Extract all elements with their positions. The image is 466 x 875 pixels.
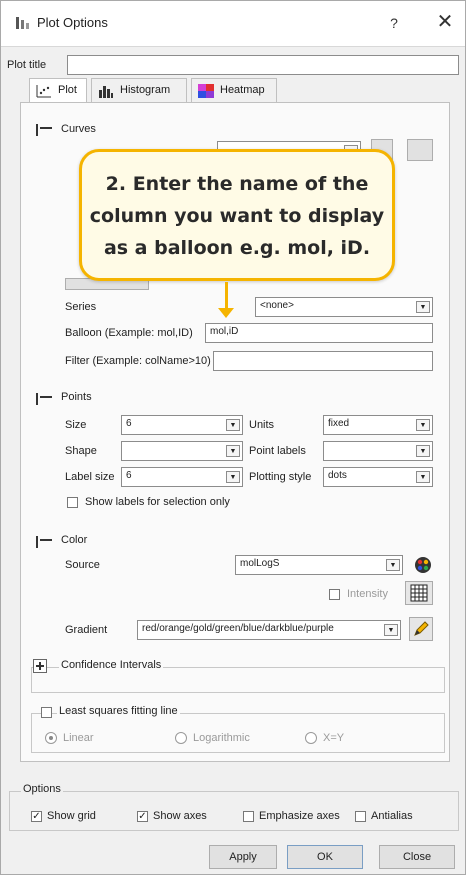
callout-arrow-head [218,308,234,318]
apply-button[interactable]: Apply [209,845,277,869]
curves-hidden-button-2[interactable] [407,139,433,161]
show-labels-checkbox[interactable] [67,497,78,508]
units-label: Units [249,419,275,431]
units-value: fixed [328,418,350,429]
color-collapse-icon[interactable] [36,536,52,548]
emphasize-axes-checkbox[interactable] [243,811,254,822]
series-value: <none> [260,300,294,311]
emphasize-axes-label: Emphasize axes [259,810,340,822]
balloon-input[interactable]: mol,iD [205,323,433,343]
filter-label: Filter (Example: colName>10) [65,355,211,367]
balloon-label: Balloon (Example: mol,ID) [65,327,193,339]
chevron-down-icon: ▼ [226,471,240,483]
tab-heatmap-label: Heatmap [220,84,265,96]
show-grid-label: Show grid [47,810,96,822]
intensity-label: Intensity [347,588,388,600]
label-size-select[interactable]: 6 ▼ [121,467,243,487]
curves-collapse-icon[interactable] [36,124,52,136]
linear-label: Linear [63,732,94,744]
size-value: 6 [126,418,132,429]
chevron-down-icon: ▼ [416,445,430,457]
pencil-icon[interactable] [409,617,433,641]
filter-input[interactable] [213,351,433,371]
heatmap-icon [198,84,214,98]
logarithmic-label: Logarithmic [193,732,250,744]
gradient-value: red/orange/gold/green/blue/darkblue/purp… [142,623,334,634]
close-button[interactable]: Close [379,845,455,869]
chevron-down-icon: ▼ [416,419,430,431]
series-label: Series [65,301,97,313]
shape-select[interactable]: ▼ [121,441,243,461]
plotting-style-select[interactable]: dots ▼ [323,467,433,487]
gradient-select[interactable]: red/orange/gold/green/blue/darkblue/purp… [137,620,401,640]
gradient-label: Gradient [65,624,108,636]
curves-header: Curves [61,123,96,135]
tab-histogram-label: Histogram [120,84,171,96]
antialias-label: Antialias [371,810,413,822]
callout-text: 2. Enter the name of the column you want… [82,168,392,264]
least-squares-checkbox[interactable] [41,707,52,718]
size-select[interactable]: 6 ▼ [121,415,243,435]
help-button[interactable]: ? [384,11,404,35]
close-icon[interactable]: ✕ [433,11,457,35]
logarithmic-radio[interactable] [175,732,187,744]
xy-radio[interactable] [305,732,317,744]
source-select[interactable]: molLogS ▼ [235,555,403,575]
least-squares-header: Least squares fitting line [57,705,180,717]
callout-line-2: column you want to display [89,205,385,227]
shape-label: Shape [65,445,97,457]
plot-options-dialog: Plot Options ? ✕ Plot title Plot Histogr… [0,0,466,875]
plotting-style-value: dots [328,470,347,481]
color-palette-icon[interactable] [413,555,433,575]
units-select[interactable]: fixed ▼ [323,415,433,435]
label-size-label: Label size [65,471,115,483]
options-header: Options [21,783,63,795]
plot-title-label: Plot title [7,59,47,71]
tab-histogram[interactable]: Histogram [91,78,187,102]
intensity-checkbox[interactable] [329,589,340,600]
chevron-down-icon: ▼ [384,624,398,636]
source-value: molLogS [240,558,280,569]
plotting-style-label: Plotting style [249,471,312,483]
chevron-down-icon: ▼ [226,445,240,457]
tab-plot-label: Plot [58,84,77,96]
chevron-down-icon: ▼ [386,559,400,571]
point-labels-label: Point labels [249,445,306,457]
tab-plot[interactable]: Plot [29,78,87,104]
chevron-down-icon: ▼ [416,301,430,313]
callout-line-3: as a balloon e.g. mol, iD. [103,237,371,259]
plot-title-input[interactable] [67,55,459,75]
linear-radio[interactable] [45,732,57,744]
points-header: Points [61,391,92,403]
chevron-down-icon: ▼ [416,471,430,483]
label-size-value: 6 [126,470,132,481]
confidence-intervals-header: Confidence Intervals [59,659,164,671]
show-axes-checkbox[interactable]: ✓ [137,811,148,822]
histogram-icon [99,86,113,98]
color-header: Color [61,534,88,546]
instruction-callout: 2. Enter the name of the column you want… [79,149,395,281]
tab-heatmap[interactable]: Heatmap [191,78,277,102]
source-label: Source [65,559,100,571]
window-title: Plot Options [37,15,108,30]
grid-icon[interactable] [405,581,433,605]
show-grid-checkbox[interactable]: ✓ [31,811,42,822]
series-select[interactable]: <none> ▼ [255,297,433,317]
title-bar: Plot Options ? ✕ [1,1,465,47]
ok-button[interactable]: OK [287,845,363,869]
show-labels-label: Show labels for selection only [85,496,230,508]
points-collapse-icon[interactable] [36,393,52,405]
callout-line-1: 2. Enter the name of the [105,173,369,195]
plus-icon[interactable] [33,659,47,673]
size-label: Size [65,419,87,431]
antialias-checkbox[interactable] [355,811,366,822]
scatter-plot-icon [36,85,51,98]
show-axes-label: Show axes [153,810,207,822]
xy-label: X=Y [323,732,345,744]
chevron-down-icon: ▼ [226,419,240,431]
point-labels-select[interactable]: ▼ [323,441,433,461]
app-icon [16,17,29,29]
